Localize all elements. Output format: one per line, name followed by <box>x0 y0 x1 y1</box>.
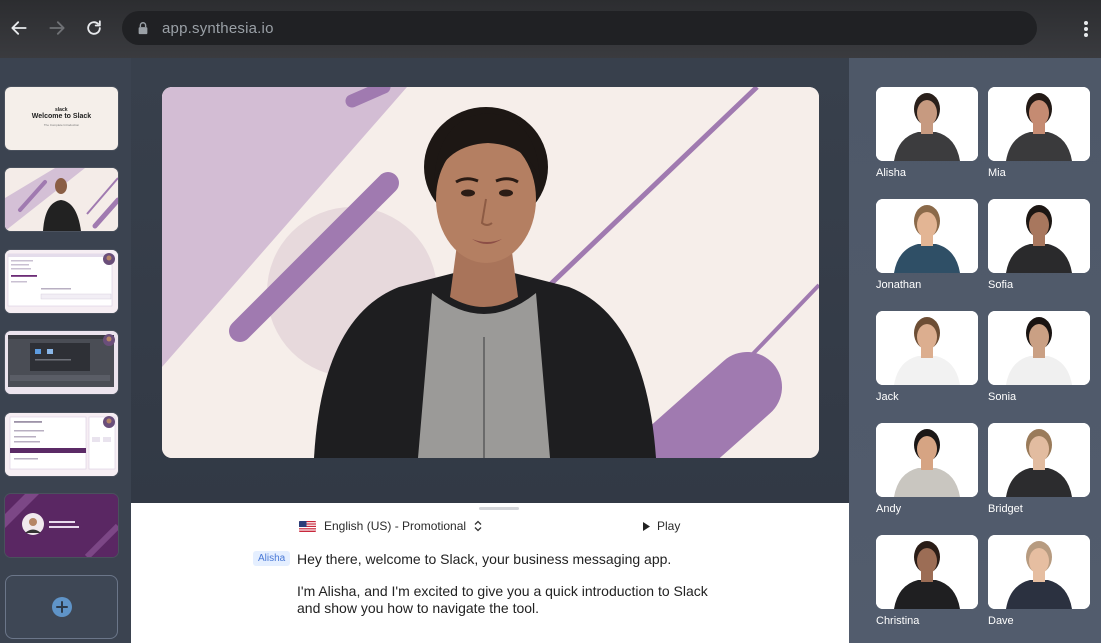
avatar-card-sonia[interactable] <box>988 311 1090 385</box>
play-icon <box>643 521 650 531</box>
panel-resize-handle[interactable] <box>479 507 519 510</box>
script-line[interactable]: Hey there, welcome to Slack, your busine… <box>297 551 671 567</box>
chevron-up-down-icon <box>474 520 482 532</box>
avatar-portrait <box>988 423 1090 497</box>
add-slide-button[interactable] <box>5 575 118 639</box>
script-paragraph[interactable]: I'm Alisha, and I'm excited to give you … <box>297 583 717 617</box>
slide-subtitle: The Complete Introduction <box>43 123 80 127</box>
avatar-portrait <box>988 87 1090 161</box>
avatar-card-bridget[interactable] <box>988 423 1090 497</box>
kebab-menu-icon <box>1084 21 1088 37</box>
editor-canvas <box>131 58 849 503</box>
back-button[interactable] <box>5 14 33 42</box>
slide-thumbnail-4[interactable] <box>5 331 118 394</box>
avatar-portrait <box>876 535 978 609</box>
play-button[interactable]: Play <box>642 519 680 533</box>
slide-thumbnail-1[interactable]: slack Welcome to Slack The Complete Intr… <box>5 87 118 150</box>
script-editor: English (US) - Promotional Play Alisha H… <box>131 503 849 643</box>
avatar-portrait <box>876 311 978 385</box>
lock-icon <box>138 22 148 35</box>
avatar-card-mia[interactable] <box>988 87 1090 161</box>
slide-preview-outro <box>5 494 118 557</box>
slide-canvas[interactable] <box>162 87 819 458</box>
avatar-name: Andy <box>876 503 902 515</box>
avatar-card-christina[interactable] <box>876 535 978 609</box>
slide-rail: slack Welcome to Slack The Complete Intr… <box>0 58 131 643</box>
slide-preview-sidebar <box>5 413 118 476</box>
reload-icon <box>87 20 101 35</box>
slide-thumbnail-2[interactable] <box>5 168 118 231</box>
avatar-portrait <box>988 199 1090 273</box>
avatar-portrait <box>876 199 978 273</box>
slide-preview-screen <box>5 250 118 313</box>
presenter-avatar <box>314 107 656 458</box>
browser-menu-button[interactable] <box>1077 16 1095 42</box>
play-label: Play <box>657 519 681 533</box>
avatar-card-andy[interactable] <box>876 423 978 497</box>
arrow-right-icon <box>49 21 65 35</box>
avatar-card-dave[interactable] <box>988 535 1090 609</box>
avatar-card-jonathan[interactable] <box>876 199 978 273</box>
avatar-name: Jonathan <box>876 279 922 291</box>
avatar-name: Sonia <box>988 391 1017 403</box>
avatar-portrait <box>876 423 978 497</box>
reload-button[interactable] <box>80 14 108 42</box>
avatar-portrait <box>988 535 1090 609</box>
slide-thumbnail-5[interactable] <box>5 413 118 476</box>
avatar-name: Bridget <box>988 503 1023 515</box>
avatar-library: Alisha Mia Jonathan Sofia Jack Sonia Andy Bridg… <box>849 58 1101 643</box>
slide-title: Welcome to Slack <box>31 113 92 120</box>
address-bar[interactable] <box>122 11 1037 45</box>
language-selector[interactable]: English (US) - Promotional <box>299 518 482 534</box>
avatar-name: Dave <box>988 615 1014 627</box>
us-flag-icon <box>299 520 316 532</box>
language-label: English (US) - Promotional <box>324 519 467 533</box>
avatar-name: Jack <box>876 391 899 403</box>
avatar-name: Mia <box>988 167 1006 179</box>
avatar-portrait <box>988 311 1090 385</box>
url-input[interactable] <box>162 19 762 37</box>
avatar-card-sofia[interactable] <box>988 199 1090 273</box>
arrow-left-icon <box>11 21 27 35</box>
browser-toolbar <box>0 0 1101 58</box>
slide-preview-avatar <box>5 168 118 231</box>
slide-thumbnail-6[interactable] <box>5 494 118 557</box>
avatar-card-alisha[interactable] <box>876 87 978 161</box>
slide-thumbnail-3[interactable] <box>5 250 118 313</box>
slide-preview-dark-screen <box>5 331 118 394</box>
avatar-name: Sofia <box>988 279 1014 291</box>
speaker-tag[interactable]: Alisha <box>253 551 291 566</box>
avatar-name: Christina <box>876 615 920 627</box>
avatar-card-jack[interactable] <box>876 311 978 385</box>
plus-circle-icon <box>51 597 72 617</box>
avatar-portrait <box>876 87 978 161</box>
forward-button[interactable] <box>43 14 71 42</box>
avatar-name: Alisha <box>876 167 906 179</box>
